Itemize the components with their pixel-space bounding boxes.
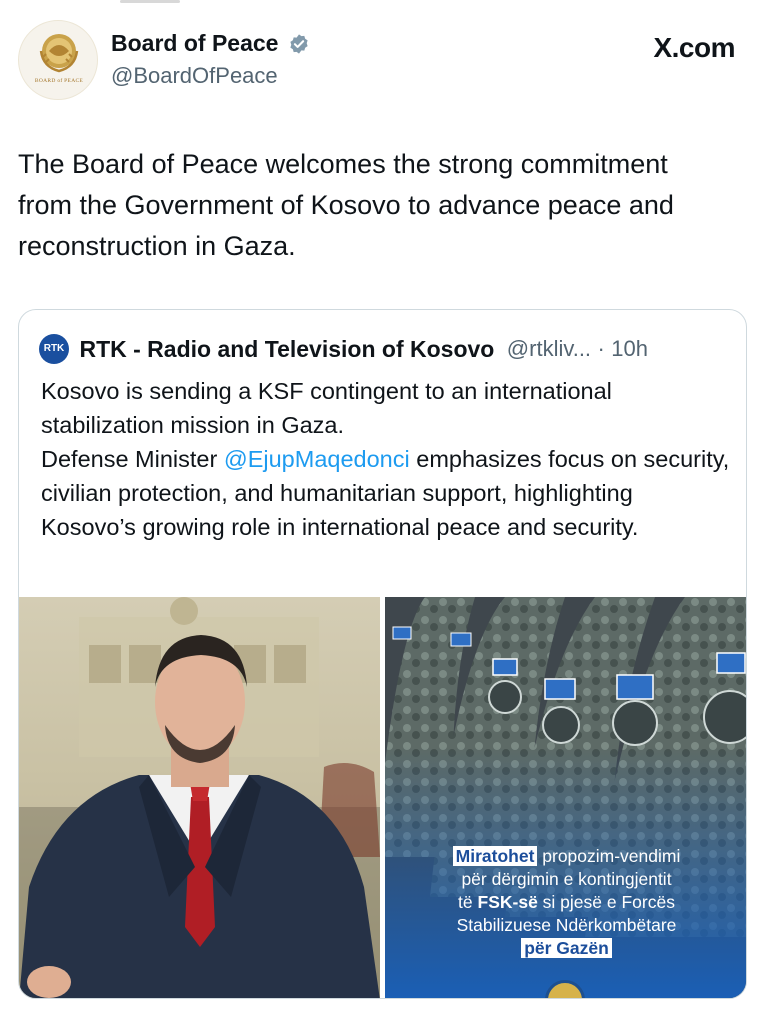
announcement-caption: Miratohet propozim-vendimi për dërgimin … [385,845,746,960]
rtk-logo-avatar[interactable]: RTK [39,334,69,364]
caption-line-4: Stabilizuese Ndërkombëtare [456,915,677,935]
caption-text-3a: të [458,892,478,912]
quoted-tweet-text: Kosovo is sending a KSF contingent to an… [41,374,731,544]
quoted-tweet-header: RTK RTK - Radio and Television of Kosovo… [39,334,648,366]
quoted-tweet-card[interactable]: RTK RTK - Radio and Television of Kosovo… [18,309,747,999]
verified-badge-icon [290,33,308,54]
board-of-peace-emblem-icon [39,34,79,73]
mention-link[interactable]: @EjupMaqedonci [224,446,410,472]
caption-highlight-1: Miratohet [452,846,538,866]
previous-content-sliver [120,0,180,3]
caption-bold-fsk: FSK-së [477,892,538,912]
author-block: Board of Peace @BoardOfPeace [111,30,310,89]
quoted-text-prefix: Defense Minister [41,446,224,472]
minister-photo[interactable] [19,597,380,998]
quoted-timestamp[interactable]: 10h [611,336,648,362]
caption-text-1: propozim-vendimi [537,846,681,866]
ksf-announcement-graphic[interactable]: Miratohet propozim-vendimi për dërgimin … [385,597,746,998]
caption-line-1: Miratohet propozim-vendimi [385,845,746,868]
display-name[interactable]: Board of Peace [111,30,278,57]
top-edge [0,0,761,8]
tweet-header: BOARD of PEACE Board of Peace @BoardOfPe… [18,20,743,104]
tweet-text: The Board of Peace welcomes the strong c… [18,149,674,261]
dot-separator: · [597,336,605,361]
caption-line-3: të FSK-së si pjesë e Forcës [385,891,746,914]
site-label: X.com [653,32,735,63]
caption-line-2: për dërgimin e kontingjentit [461,869,672,889]
caption-line-5: për Gazën [385,937,746,960]
caption-highlight-2: për Gazën [521,938,612,958]
author-handle[interactable]: @BoardOfPeace [111,63,310,89]
caption-text-3b: si pjesë e Forcës [537,892,675,912]
quoted-text-line-2: Defense Minister @EjupMaqedonci emphasiz… [41,442,731,544]
quoted-author-name[interactable]: RTK - Radio and Television of Kosovo [79,336,494,363]
quoted-media: Miratohet propozim-vendimi për dërgimin … [19,597,746,998]
minister-portrait-illustration [19,597,380,998]
avatar-caption: BOARD of PEACE [34,78,84,84]
quoted-author-handle[interactable]: @rtkliv... [507,336,591,362]
avatar[interactable]: BOARD of PEACE [18,20,98,100]
quoted-text-line-1: Kosovo is sending a KSF contingent to an… [41,378,612,438]
